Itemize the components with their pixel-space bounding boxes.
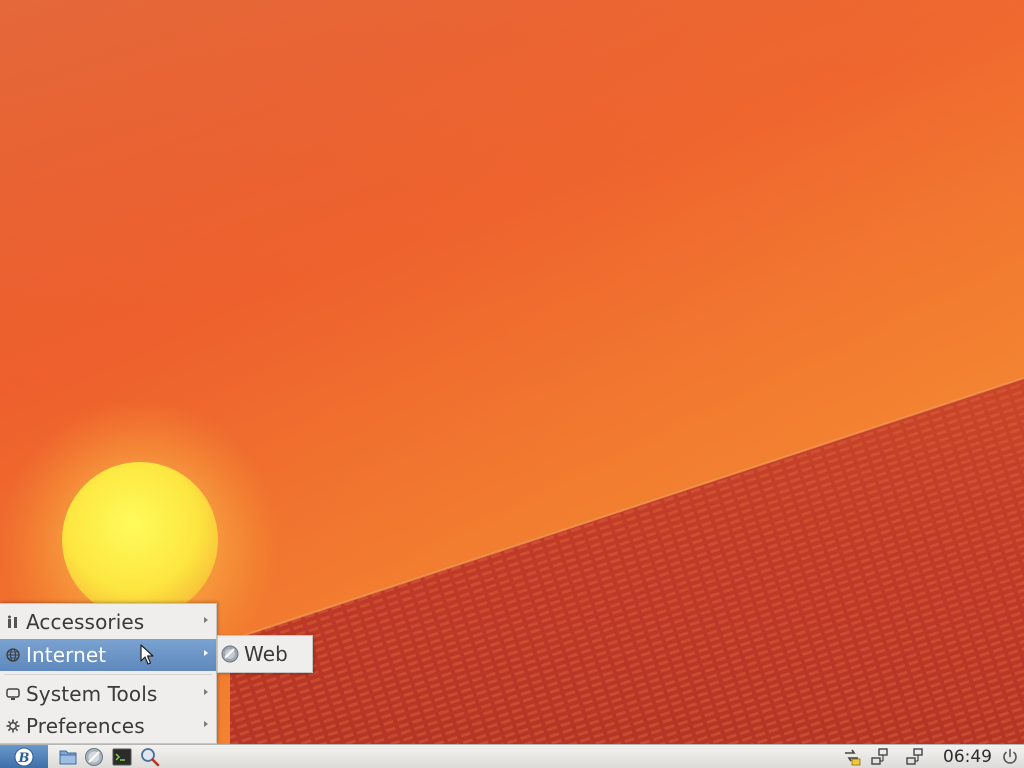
accessories-icon: [6, 615, 20, 629]
monitor-icon: [6, 687, 20, 701]
network-icon[interactable]: [905, 747, 925, 767]
updates-icon[interactable]: [842, 747, 862, 767]
chevron-right-icon: [204, 617, 208, 623]
menu-item-label: Accessories: [26, 610, 145, 634]
menu-item-accessories[interactable]: Accessories: [0, 606, 216, 638]
menu-item-label: System Tools: [26, 682, 158, 706]
internet-submenu: Web: [217, 635, 313, 673]
taskbar-clock[interactable]: 06:49: [943, 746, 992, 768]
menu-item-system-tools[interactable]: System Tools: [0, 678, 216, 710]
menu-item-preferences[interactable]: Preferences: [0, 710, 216, 742]
terminal-icon[interactable]: [112, 747, 132, 767]
chevron-right-icon: [204, 689, 208, 695]
power-icon[interactable]: [1000, 747, 1020, 767]
taskbar: B 06:49: [0, 744, 1024, 768]
submenu-item-label: Web: [244, 642, 288, 666]
menu-item-label: Preferences: [26, 714, 145, 738]
chevron-right-icon: [204, 721, 208, 727]
web-browser-icon: [221, 645, 239, 663]
chevron-right-icon: [204, 650, 208, 656]
file-manager-icon[interactable]: [58, 747, 78, 767]
web-browser-icon[interactable]: [84, 747, 104, 767]
menu-item-internet[interactable]: Internet: [0, 639, 216, 671]
gear-icon: [6, 719, 20, 733]
submenu-item-web[interactable]: Web: [218, 636, 312, 672]
start-logo-letter: B: [18, 751, 30, 766]
start-menu-button[interactable]: B: [0, 745, 48, 768]
search-icon[interactable]: [140, 747, 160, 767]
start-menu-logo-icon: B: [14, 747, 34, 766]
menu-item-label: Internet: [26, 643, 107, 667]
network-icon[interactable]: [870, 747, 890, 767]
mouse-pointer-icon: [140, 644, 154, 665]
menu-separator: [4, 674, 212, 675]
globe-icon: [6, 648, 20, 662]
application-menu: Accessories Internet System Tools Prefer…: [0, 603, 217, 744]
